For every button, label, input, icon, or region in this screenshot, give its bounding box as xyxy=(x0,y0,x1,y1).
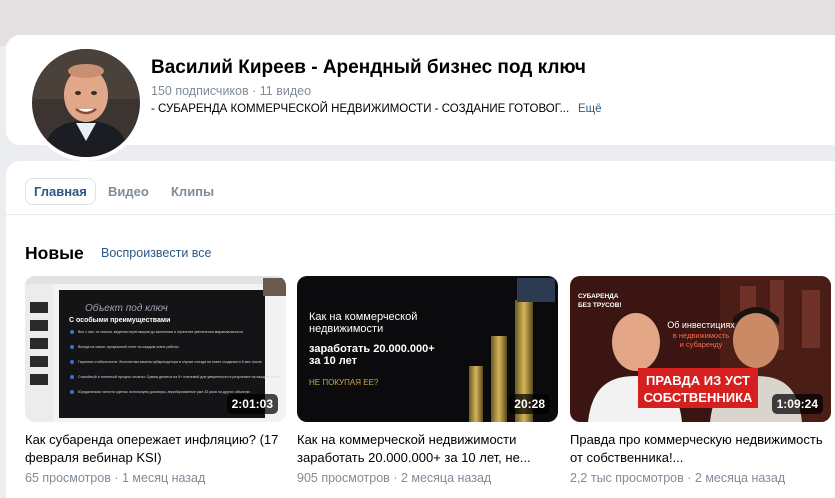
thumb3-tag1: СУБАРЕНДА xyxy=(578,293,619,300)
thumb1-bullet: Гарантия стабильности: бесплатная замена… xyxy=(78,360,262,364)
channel-stats: 150 подписчиков · 11 видео xyxy=(151,84,311,98)
tab-videos[interactable]: Видео xyxy=(100,178,157,205)
video-thumbnail[interactable]: СУБАРЕНДА БЕЗ ТРУСОВ! Об инвестициях в н… xyxy=(570,276,831,422)
video-card[interactable]: Как на коммерческой недвижимости заработ… xyxy=(297,276,558,485)
thumb1-bullet: Спокойный и понятный процесс оплаты: Сум… xyxy=(78,375,279,379)
meta-separator: · xyxy=(393,471,398,485)
avatar-photo xyxy=(32,49,140,157)
video-duration: 20:28 xyxy=(509,394,550,414)
avatar[interactable] xyxy=(28,45,144,161)
channel-content: Главная Видео Клипы Новые Воспроизвести … xyxy=(6,161,835,498)
thumb1-subheading: С особыми преимуществами xyxy=(69,316,170,324)
description-more-link[interactable]: Ещё xyxy=(578,103,602,115)
video-title[interactable]: Как субаренда опережает инфляцию? (17 фе… xyxy=(25,431,287,467)
thumb2-line3: заработать 20.000.000+ xyxy=(309,343,435,355)
thumb1-heading: Объект под ключ xyxy=(85,302,168,314)
video-meta: 65 просмотров · 1 месяц назад xyxy=(25,471,286,485)
section-title: Новые xyxy=(25,243,84,263)
meta-separator: · xyxy=(687,471,692,485)
meta-separator: · xyxy=(114,471,119,485)
meta-separator: · xyxy=(252,84,257,98)
thumb3-tag2: БЕЗ ТРУСОВ! xyxy=(578,302,622,309)
video-views: 2,2 тыс просмотров xyxy=(570,471,684,485)
thumb1-bullet: Все с нас: от поиска, ведения переговоро… xyxy=(78,330,243,334)
thumb3-banner2: СОБСТВЕННИКА xyxy=(644,390,753,405)
tab-clips[interactable]: Клипы xyxy=(163,178,222,205)
video-thumbnail[interactable]: Как на коммерческой недвижимости заработ… xyxy=(297,276,558,422)
thumb2-line2: недвижимости xyxy=(309,323,383,335)
tab-main[interactable]: Главная xyxy=(25,178,96,205)
thumb2-line1: Как на коммерческой xyxy=(309,311,417,323)
thumb2-line5: НЕ ПОКУПАЯ ЕЕ? xyxy=(309,378,379,387)
video-card[interactable]: Объект под ключ С особыми преимуществами… xyxy=(25,276,286,485)
video-views: 905 просмотров xyxy=(297,471,390,485)
thumb3-banner1: ПРАВДА ИЗ УСТ xyxy=(646,373,750,388)
video-title[interactable]: Правда про коммерческую недвижимость от … xyxy=(570,431,832,467)
video-date: 2 месяца назад xyxy=(400,471,492,485)
video-meta: 905 просмотров · 2 месяца назад xyxy=(297,471,558,485)
channel-header: Василий Киреев - Арендный бизнес под клю… xyxy=(6,35,835,161)
thumb3-caption2: в недвижимость xyxy=(673,331,729,340)
videos-count: 11 видео xyxy=(259,84,312,98)
video-title[interactable]: Как на коммерческой недвижимости заработ… xyxy=(297,431,559,467)
video-card[interactable]: СУБАРЕНДА БЕЗ ТРУСОВ! Об инвестициях в н… xyxy=(570,276,831,485)
video-date: 1 месяц назад xyxy=(121,471,206,485)
video-date: 2 месяца назад xyxy=(694,471,786,485)
video-duration: 2:01:03 xyxy=(226,394,278,414)
video-views: 65 просмотров xyxy=(25,471,111,485)
video-thumbnail[interactable]: Объект под ключ С особыми преимуществами… xyxy=(25,276,286,422)
channel-tabs: Главная Видео Клипы xyxy=(6,161,835,215)
thumb2-line4: за 10 лет xyxy=(309,355,358,367)
play-all-link[interactable]: Воспроизвести все xyxy=(101,246,212,260)
channel-description: - СУБАРЕНДА КОММЕРЧЕСКОЙ НЕДВИЖИМОСТИ - … xyxy=(151,103,570,115)
video-meta: 2,2 тыс просмотров · 2 месяца назад xyxy=(570,471,831,485)
thumb1-bullet: Всегда на связи: прозрачный отчет на каж… xyxy=(78,345,179,349)
thumb1-bullet: Юридическая чистота сделок: используем д… xyxy=(78,390,250,394)
channel-title: Василий Киреев - Арендный бизнес под клю… xyxy=(151,57,586,78)
thumb3-caption3: и субаренду xyxy=(680,340,723,349)
subscribers-count[interactable]: 150 подписчиков xyxy=(151,84,249,98)
video-duration: 1:09:24 xyxy=(771,394,823,414)
thumb3-caption1: Об инвестициях xyxy=(667,320,735,330)
